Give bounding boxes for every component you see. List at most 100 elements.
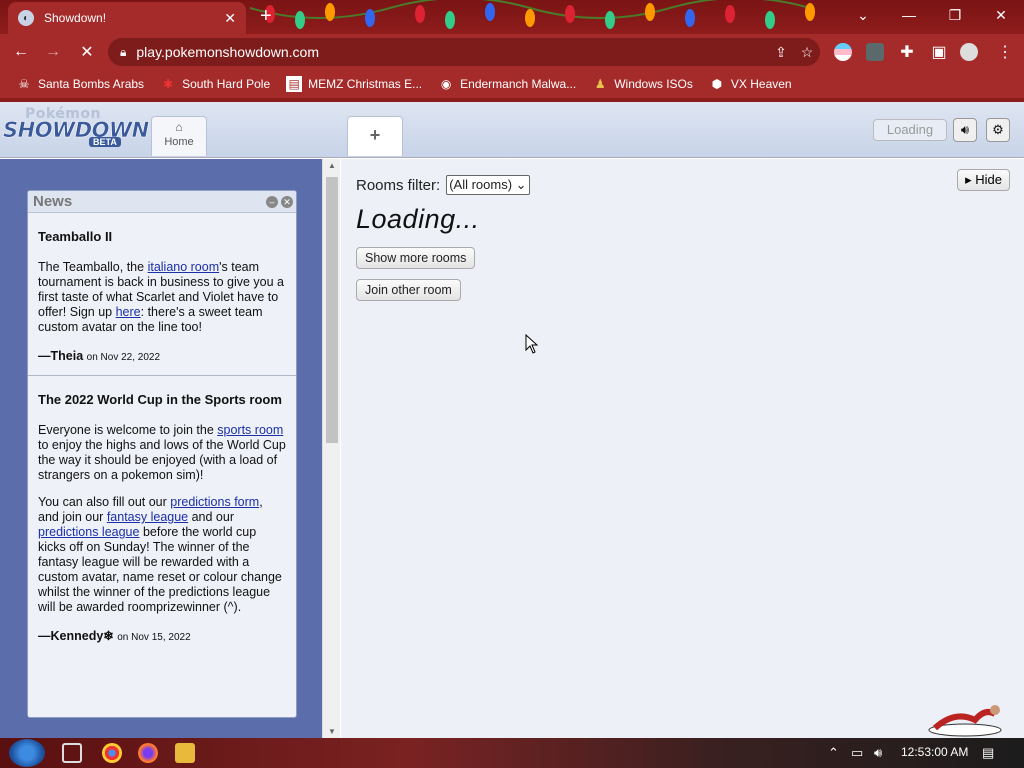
volume-icon[interactable]: 🔊︎ (874, 745, 882, 761)
stop-loading-icon[interactable]: ✕ (76, 41, 98, 63)
window-close-icon[interactable]: ✕ (978, 0, 1024, 30)
chrome-menu-icon[interactable]: ⋮ (994, 41, 1016, 63)
italiano-room-link[interactable]: italiano room (148, 260, 220, 274)
lock-icon[interactable]: 🔒︎ (120, 45, 126, 60)
extension-flag-icon[interactable] (834, 43, 852, 61)
bookmark-label: VX Heaven (730, 77, 792, 91)
cube-icon: ⬢ (711, 77, 723, 91)
desktop-mascot-figure (928, 705, 1002, 737)
file-explorer-icon[interactable] (175, 743, 195, 763)
bookmark-item[interactable]: ▤ MEMZ Christmas E... (286, 76, 422, 92)
scroll-up-arrow-icon[interactable]: ▲ (328, 161, 336, 170)
scrollbar-thumb[interactable] (326, 177, 338, 443)
scroll-down-arrow-icon[interactable]: ▼ (328, 727, 336, 736)
bookmark-label: MEMZ Christmas E... (308, 77, 423, 91)
minimize-icon[interactable]: — (886, 0, 932, 30)
notification-center-icon[interactable]: ▤ (982, 745, 994, 761)
show-more-rooms-button[interactable]: Show more rooms (356, 247, 476, 269)
share-icon[interactable]: ⇪ (768, 44, 794, 61)
windows-start-icon[interactable] (9, 739, 45, 767)
bookmark-item[interactable]: ◉ Endermanch Malwa... (438, 76, 576, 92)
firefox-taskbar-icon[interactable] (138, 743, 158, 763)
tab-search-chevron-icon[interactable]: ⌄ (840, 0, 886, 30)
bookmark-item[interactable]: ♟ Windows ISOs (592, 76, 693, 92)
login-loading-button[interactable]: Loading (873, 119, 947, 141)
document-icon: ▤ (286, 76, 303, 92)
news-item: The 2022 World Cup in the Sports room Ev… (28, 376, 296, 655)
logo-showdown-text: SHOWDOWN (3, 118, 150, 143)
bookmark-label: Endermanch Malwa... (460, 77, 577, 91)
sports-room-link[interactable]: sports room (217, 423, 283, 437)
bookmark-label: Santa Bombs Arabs (38, 77, 145, 91)
chevron-down-icon: ⌄ (515, 177, 527, 192)
network-icon[interactable]: ▭ (851, 745, 863, 761)
fantasy-league-link[interactable]: fantasy league (107, 510, 188, 524)
news-title: News (33, 193, 73, 210)
bookmark-item[interactable]: ⬢ VX Heaven (709, 76, 792, 92)
new-tab-icon[interactable]: + (260, 6, 272, 26)
side-panel-icon[interactable]: ▣ (928, 41, 950, 63)
skull-icon: ☠ (18, 77, 30, 91)
tray-chevron-up-icon[interactable]: ⌃ (828, 745, 839, 761)
signup-here-link[interactable]: here (116, 305, 141, 319)
browser-toolbar: ← → ✕ 🔒︎ play.pokemonshowdown.com ⇪ ☆ ✚ … (0, 34, 1024, 70)
news-date: on Nov 15, 2022 (117, 632, 191, 643)
home-icon: ⌂ (175, 120, 183, 134)
rooms-filter-value: (All rooms) (449, 177, 513, 192)
address-bar[interactable]: 🔒︎ play.pokemonshowdown.com ⇪ ☆ (108, 38, 820, 66)
settings-gear-icon[interactable]: ⚙ (986, 118, 1010, 142)
left-panel: News – ✕ Teamballo II The Teamballo, the… (0, 159, 322, 738)
figure-icon: ♟ (594, 77, 606, 91)
bookmark-star-icon[interactable]: ☆ (794, 44, 820, 61)
extension-s-icon[interactable] (866, 43, 884, 61)
join-other-room-button[interactable]: Join other room (356, 279, 461, 301)
hide-button[interactable]: ▸ Hide (957, 169, 1010, 191)
bookmark-item[interactable]: ✱ South Hard Pole (160, 76, 270, 92)
task-view-icon[interactable] (62, 743, 82, 763)
browser-tab-showdown[interactable]: ◐ Showdown! ✕ (8, 2, 246, 34)
forward-arrow-icon[interactable]: → (42, 41, 64, 63)
news-paragraph: You can also fill out our predictions fo… (38, 495, 286, 615)
taskbar-clock[interactable]: 12:53:00 AM (901, 745, 968, 759)
back-arrow-icon[interactable]: ← (10, 41, 32, 63)
logo-beta-badge: BETA (89, 137, 121, 147)
mouse-cursor-icon (525, 334, 539, 354)
snowflake-icon: ✱ (163, 77, 174, 91)
left-panel-scrollbar[interactable]: ▲ ▼ (322, 159, 340, 738)
close-news-icon[interactable]: ✕ (281, 195, 293, 208)
windows-taskbar: ⌃ ▭ 🔊︎ 12:53:00 AM ▤ (0, 738, 1024, 768)
predictions-form-link[interactable]: predictions form (170, 495, 259, 509)
news-headline: Teamballo II (38, 229, 113, 244)
news-text: The Teamballo, the (38, 260, 148, 274)
tab-strip: ◐ Showdown! ✕ + ⌄ — ❐ ✕ (0, 0, 1024, 34)
news-text: to enjoy the highs and lows of the World… (38, 438, 286, 482)
url-text[interactable]: play.pokemonshowdown.com (136, 44, 768, 60)
bookmark-label: South Hard Pole (182, 77, 271, 91)
rooms-filter-select[interactable]: (All rooms) ⌄ (446, 175, 530, 195)
bookmark-item[interactable]: ☠ Santa Bombs Arabs (16, 76, 144, 92)
chrome-taskbar-icon[interactable] (102, 743, 122, 763)
news-byline: —Theia on Nov 22, 2022 (38, 349, 286, 365)
showdown-favicon-icon: ◐ (18, 10, 34, 26)
minimize-news-icon[interactable]: – (266, 195, 278, 208)
news-header: News – ✕ (28, 191, 296, 213)
bookmarks-bar: ☠ Santa Bombs Arabs ✱ South Hard Pole ▤ MEM… (0, 70, 1024, 98)
showdown-header: Pokémon SHOWDOWN BETA ⌂ Home + Loading 🔊… (0, 102, 1024, 158)
news-paragraph: The Teamballo, the italiano room's team … (38, 260, 286, 335)
profile-avatar-icon[interactable] (960, 43, 978, 61)
hide-label: Hide (975, 172, 1002, 187)
extensions-puzzle-icon[interactable]: ✚ (896, 41, 918, 63)
rooms-loading-text: Loading... (356, 204, 480, 234)
predictions-league-link[interactable]: predictions league (38, 525, 139, 539)
tab-close-icon[interactable]: ✕ (224, 10, 236, 27)
tab-home-label: Home (164, 136, 194, 148)
new-room-tab-button[interactable]: + (347, 116, 403, 156)
tab-home[interactable]: ⌂ Home (151, 116, 207, 156)
sound-icon[interactable]: 🔊︎ (953, 118, 977, 142)
rooms-panel: Rooms filter: (All rooms) ⌄ Loading... S… (341, 159, 1024, 738)
news-author: —Kennedy❄ (38, 629, 114, 643)
news-headline: The 2022 World Cup in the Sports room (38, 392, 282, 407)
news-text: You can also fill out our (38, 495, 171, 509)
showdown-logo[interactable]: Pokémon SHOWDOWN BETA (3, 104, 150, 150)
restore-icon[interactable]: ❐ (932, 0, 978, 30)
